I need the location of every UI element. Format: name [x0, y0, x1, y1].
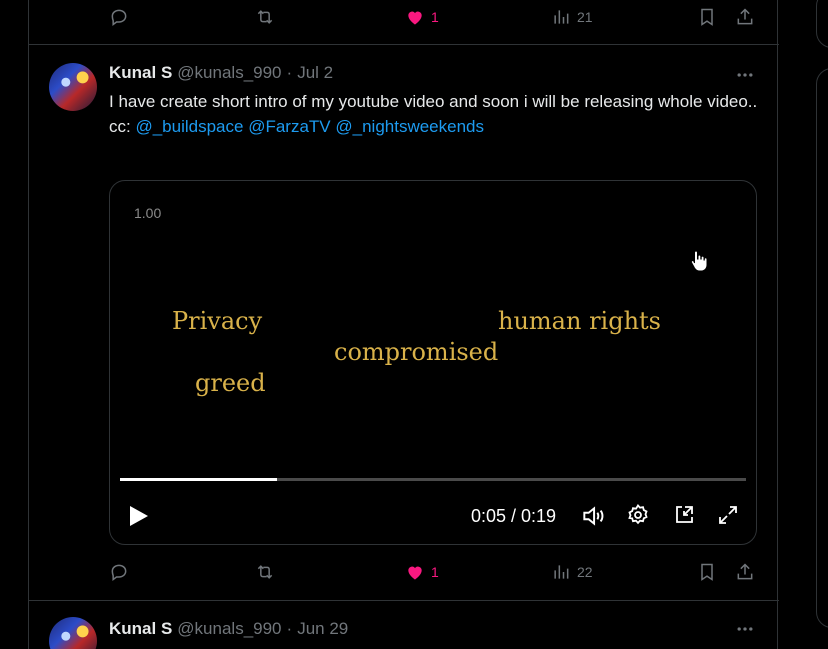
mention-link[interactable]: @_nightsweekends — [335, 117, 484, 136]
avatar[interactable] — [49, 617, 97, 649]
video-text-human-rights: human rights — [498, 307, 661, 335]
bookmark-button[interactable] — [697, 562, 717, 582]
tweet-action-bar: 1 22 — [109, 555, 785, 589]
analytics-icon — [554, 565, 569, 579]
fullscreen-icon — [719, 506, 737, 524]
play-button[interactable] — [126, 503, 150, 534]
video-text-compromised: compromised — [334, 338, 499, 366]
like-count: 1 — [431, 564, 439, 580]
more-options-button[interactable] — [735, 619, 755, 639]
video-progress-fill — [120, 478, 277, 481]
reply-button[interactable] — [109, 562, 129, 582]
views-button[interactable]: 22 — [551, 562, 593, 582]
avatar[interactable] — [49, 63, 97, 111]
retweet-icon — [257, 10, 273, 24]
video-progress-bar[interactable] — [120, 478, 746, 481]
author-handle[interactable]: @kunals_990 — [177, 619, 281, 639]
retweet-button[interactable] — [255, 562, 275, 582]
bookmark-icon — [701, 563, 713, 581]
heart-icon — [408, 566, 422, 580]
views-button[interactable]: 21 — [551, 7, 593, 27]
video-text-greed: greed — [195, 369, 266, 397]
tweet-header: Kunal S @kunals_990 · Jul 2 — [109, 63, 333, 83]
tweet-date[interactable]: Jul 2 — [297, 63, 333, 83]
tweet-text: I have create short intro of my youtube … — [109, 89, 769, 139]
cc-prefix: cc: — [109, 117, 131, 136]
video-player[interactable]: 1.00 Privacy human rights compromised gr… — [109, 180, 757, 545]
hand-cursor-icon — [690, 250, 708, 272]
cc-line: cc: @_buildspace @FarzaTV @_nightsweeken… — [109, 114, 769, 139]
play-icon — [130, 506, 148, 526]
bookmark-button[interactable] — [697, 7, 717, 27]
tweet-date[interactable]: Jun 29 — [297, 619, 348, 639]
tweet-body: I have create short intro of my youtube … — [109, 92, 758, 111]
timeline-feed: 1 21 Kunal S @kunals_990 · Jul 2 I have … — [28, 0, 779, 649]
author-handle[interactable]: @kunals_990 — [177, 63, 281, 83]
share-button[interactable] — [735, 562, 755, 582]
right-panel-card — [816, 68, 828, 628]
video-text-privacy: Privacy — [172, 307, 263, 335]
separator: · — [286, 63, 293, 82]
reply-icon — [111, 564, 127, 581]
video-time: 0:05 / 0:19 — [471, 506, 557, 526]
tweet[interactable]: Kunal S @kunals_990 · Jul 2 I have creat… — [29, 45, 779, 600]
volume-icon — [583, 506, 604, 526]
prev-tweet-action-bar: 1 21 — [109, 0, 785, 34]
settings-button[interactable] — [626, 503, 650, 532]
picture-in-picture-icon — [676, 506, 693, 523]
share-button[interactable] — [735, 7, 755, 27]
fullscreen-button[interactable] — [716, 503, 740, 532]
tweet[interactable]: Kunal S @kunals_990 · Jun 29 — [29, 601, 779, 649]
mute-button[interactable] — [580, 503, 606, 534]
reply-icon — [111, 9, 127, 26]
bookmark-icon — [701, 8, 713, 26]
mention-link[interactable]: @FarzaTV — [248, 117, 330, 136]
share-icon — [737, 8, 753, 25]
like-count: 1 — [431, 9, 439, 25]
right-panel-card — [816, 0, 828, 48]
reply-button[interactable] — [109, 7, 129, 27]
view-count: 21 — [577, 9, 593, 25]
heart-icon — [408, 11, 422, 25]
retweet-button[interactable] — [255, 7, 275, 27]
retweet-icon — [257, 565, 273, 579]
more-icon — [737, 73, 753, 77]
author-name[interactable]: Kunal S — [109, 619, 172, 639]
more-options-button[interactable] — [735, 65, 755, 85]
like-button[interactable]: 1 — [405, 562, 439, 582]
gear-icon — [628, 504, 648, 525]
separator: · — [286, 619, 293, 638]
author-name[interactable]: Kunal S — [109, 63, 172, 83]
like-button[interactable]: 1 — [405, 7, 439, 27]
share-icon — [737, 563, 753, 580]
playback-speed-label: 1.00 — [134, 205, 162, 221]
mention-link[interactable]: @_buildspace — [135, 117, 243, 136]
analytics-icon — [554, 10, 569, 24]
tweet-header: Kunal S @kunals_990 · Jun 29 — [109, 619, 348, 639]
more-icon — [737, 627, 753, 631]
pip-button[interactable] — [672, 503, 696, 532]
view-count: 22 — [577, 564, 593, 580]
video-controls: 0:05 / 0:19 — [110, 499, 756, 535]
